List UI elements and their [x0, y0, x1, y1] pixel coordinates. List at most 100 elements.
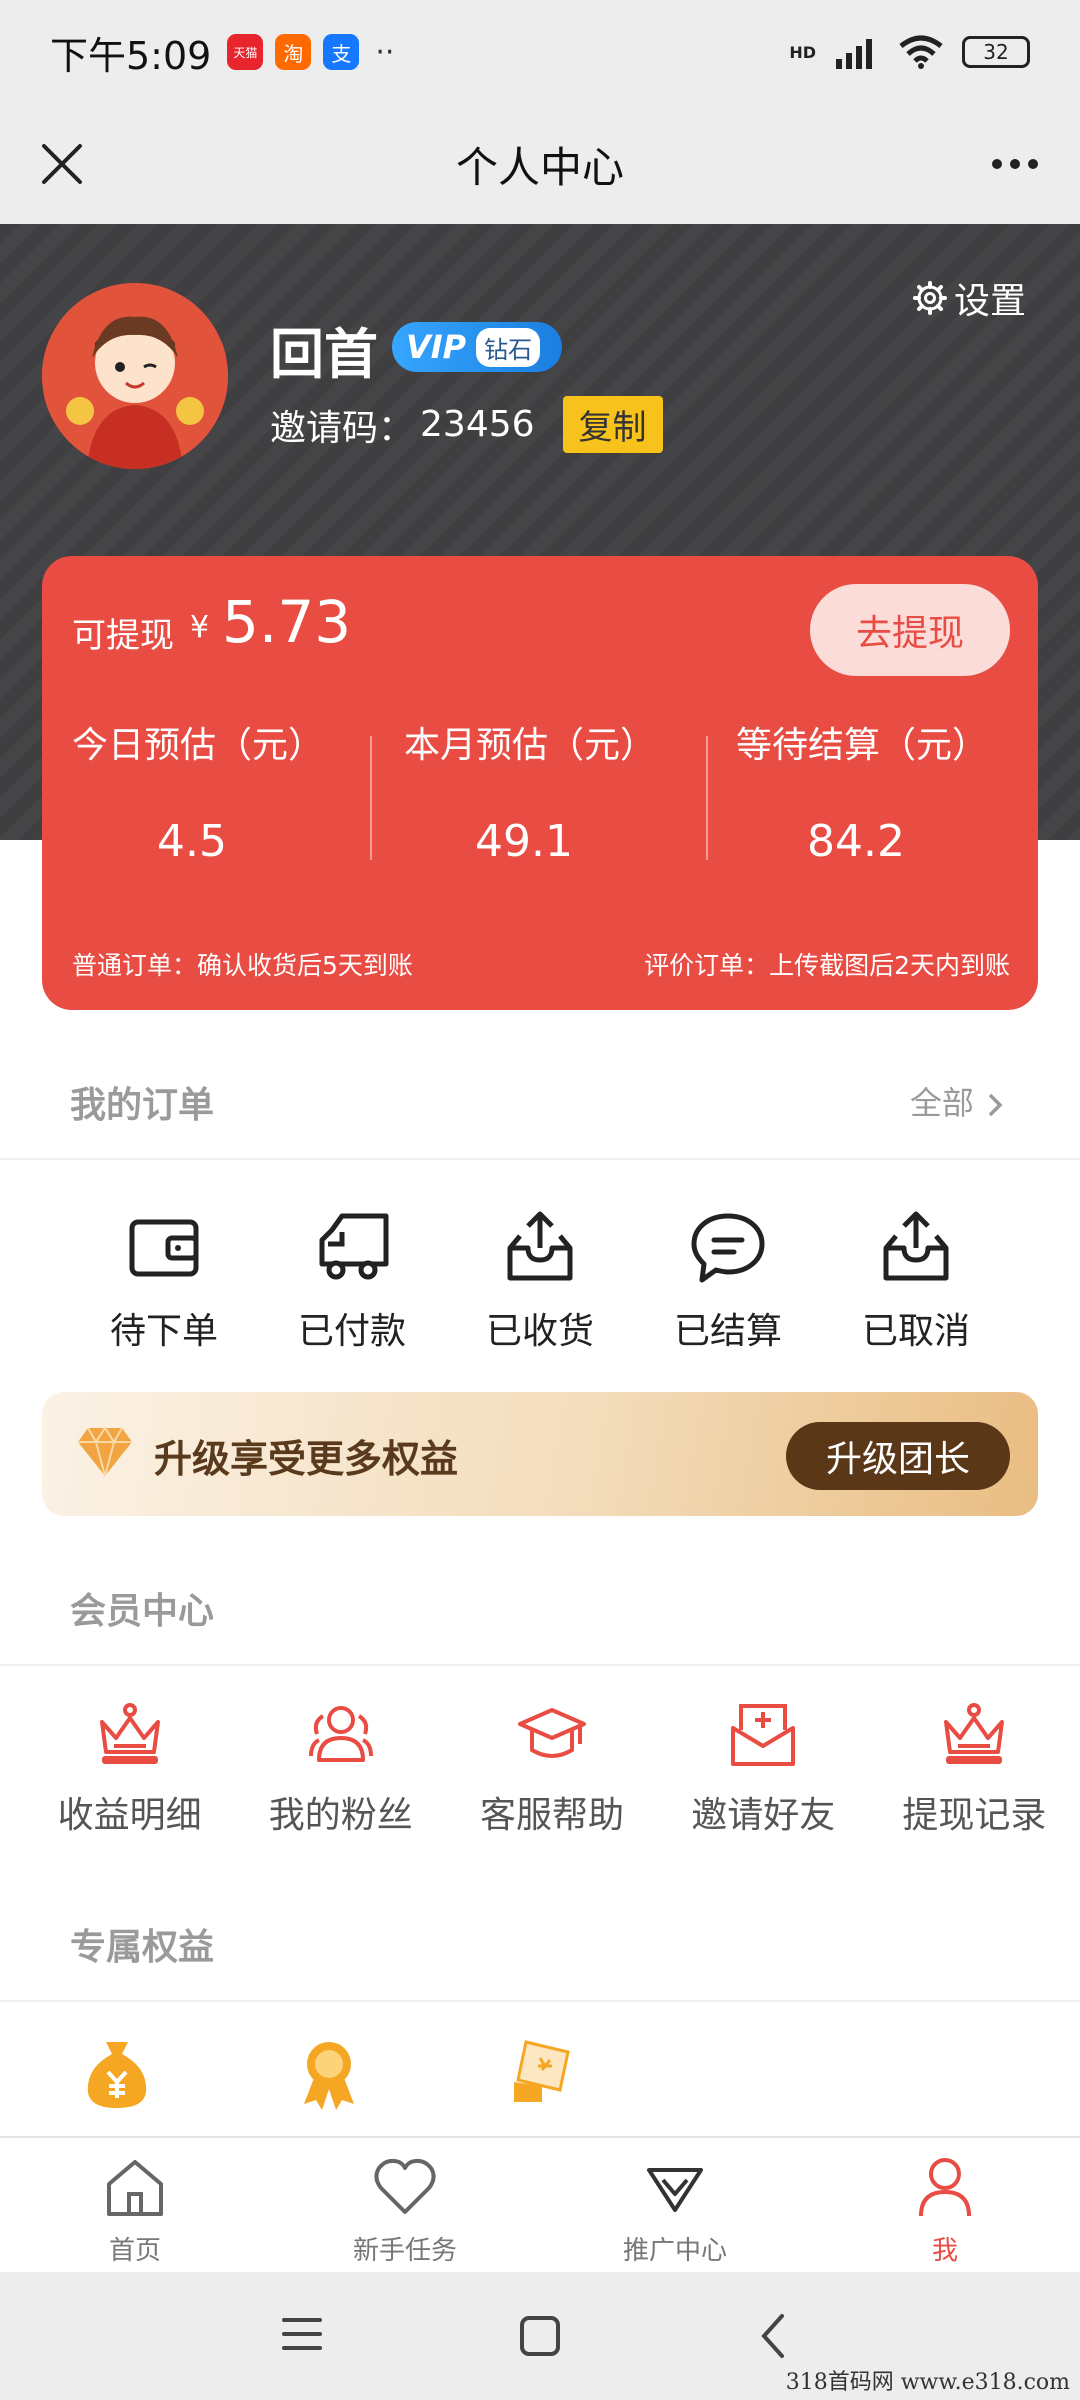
heart-icon: [374, 2158, 436, 2214]
watermark: 318首码网 www.e318.com: [785, 2370, 1070, 2395]
alipay-app-icon: 支: [323, 34, 360, 70]
graduation-cap-icon: [518, 1708, 586, 1758]
settings-button[interactable]: 设置: [912, 272, 1026, 324]
money-bag-icon: [87, 2042, 147, 2108]
home-icon: [107, 2160, 163, 2216]
status-app-icons: 天猫 淘 支: [227, 34, 360, 70]
benefits-row: [0, 2038, 1080, 2114]
order-received-button[interactable]: 已收货: [446, 1208, 634, 1354]
benefit-coupon[interactable]: [506, 2038, 718, 2114]
crown-icon: [944, 1703, 1005, 1764]
normal-order-note: 普通订单：确认收货后5天到账: [72, 951, 413, 980]
withdraw-amount: 5.73: [222, 588, 352, 656]
view-all-orders-link[interactable]: 全部: [910, 1078, 1006, 1124]
user-icon: [919, 2158, 971, 2217]
invite-row: 邀请码： 23456 复制: [270, 396, 663, 453]
tab-newbie-tasks-label: 新手任务: [352, 2236, 457, 2266]
hd-indicator: HD: [789, 42, 816, 62]
vip-badge: VIP 钻石: [392, 322, 562, 372]
vip-level: 钻石: [476, 327, 541, 367]
gear-icon: [912, 281, 947, 315]
battery-icon: 32: [962, 36, 1030, 68]
settings-label: 设置: [953, 281, 1026, 322]
orders-section-header: 我的订单 全部: [0, 1030, 1080, 1160]
user-name: 回首: [270, 323, 378, 386]
tab-promotion-center-label: 推广中心: [622, 2236, 727, 2266]
my-fans-label: 我的粉丝: [268, 1795, 413, 1836]
more-icon[interactable]: [980, 134, 1050, 194]
avatar-image: [42, 283, 228, 469]
users-icon: [308, 1706, 373, 1762]
withdraw-button[interactable]: 去提现: [810, 584, 1010, 676]
medal-icon: [304, 2042, 354, 2110]
earnings-card: 可提现 ¥ 5.73 去提现 今日预估（元） 4.5 本月预估（元） 49.1 …: [42, 556, 1038, 1010]
system-nav-bar: 318首码网 www.e318.com: [0, 2272, 1080, 2400]
withdraw-label: 可提现: [72, 616, 174, 656]
tab-promotion-center[interactable]: 推广中心: [540, 2138, 810, 2272]
inbox-icon: [507, 1211, 573, 1281]
order-settled-button[interactable]: 已结算: [634, 1208, 822, 1354]
tmall-app-icon: 天猫: [227, 34, 264, 70]
avatar[interactable]: [42, 283, 228, 469]
benefits-section-header: 专属权益: [0, 1872, 1080, 2002]
benefit-medal[interactable]: [294, 2038, 506, 2114]
more-notifications-icon: ··: [375, 34, 395, 70]
tab-me[interactable]: 我: [810, 2138, 1080, 2272]
stat-value: 84.2: [807, 816, 905, 867]
close-icon[interactable]: [32, 134, 92, 194]
member-section-header: 会员中心: [0, 1536, 1080, 1666]
copy-button[interactable]: 复制: [562, 396, 663, 453]
section-title: 专属权益: [70, 1927, 215, 1968]
order-status-row: 待下单 已付款 已收货 已结算 已取消: [0, 1208, 1080, 1354]
benefit-money-bag[interactable]: [82, 2038, 294, 2114]
vip-text: VIP: [406, 328, 467, 366]
order-settled-label: 已结算: [673, 1311, 782, 1352]
invite-code: 23456: [420, 404, 535, 445]
tab-newbie-tasks[interactable]: 新手任务: [270, 2138, 540, 2272]
taobao-app-icon: 淘: [275, 34, 312, 70]
order-pending-label: 待下单: [109, 1311, 218, 1352]
tab-home-label: 首页: [108, 2236, 161, 2266]
upgrade-text: 升级享受更多权益: [154, 1437, 459, 1481]
chevron-right-icon: [988, 1093, 1003, 1117]
upgrade-banner[interactable]: 升级享受更多权益 升级团长: [42, 1392, 1038, 1516]
order-cancelled-button[interactable]: 已取消: [822, 1208, 1010, 1354]
signal-icon: [836, 39, 872, 69]
tab-home[interactable]: 首页: [0, 2138, 270, 2272]
earnings-detail-button[interactable]: 收益明细: [24, 1700, 235, 1838]
mail-icon: [731, 1704, 796, 1766]
stat-divider: [706, 736, 708, 860]
invite-friends-button[interactable]: 邀请好友: [658, 1700, 869, 1838]
diamond-icon: [647, 2168, 703, 2212]
section-title: 我的订单: [70, 1085, 215, 1126]
stat-value: 4.5: [157, 816, 227, 867]
member-row: 收益明细 我的粉丝 客服帮助 邀请好友 提现记录: [0, 1700, 1080, 1838]
page-title: 个人中心: [455, 142, 624, 192]
order-pending-button[interactable]: 待下单: [70, 1208, 258, 1354]
order-received-label: 已收货: [485, 1311, 594, 1352]
stat-value: 49.1: [475, 816, 573, 867]
truck-icon: [319, 1213, 389, 1280]
review-order-note: 评价订单：上传截图后2天内到账: [644, 951, 1010, 980]
currency-symbol: ¥: [190, 610, 210, 645]
order-cancelled-label: 已取消: [861, 1311, 970, 1352]
stat-divider: [370, 736, 372, 860]
back-icon[interactable]: [758, 2312, 788, 2360]
coupon-icon: [514, 2040, 570, 2102]
my-fans-button[interactable]: 我的粉丝: [235, 1700, 446, 1838]
status-time: 下午5:09: [50, 33, 212, 78]
customer-service-button[interactable]: 客服帮助: [446, 1700, 657, 1838]
diamond-gem-icon: [78, 1426, 132, 1477]
nav-bar: 个人中心: [0, 104, 1080, 224]
customer-service-label: 客服帮助: [480, 1795, 625, 1836]
order-paid-label: 已付款: [297, 1311, 406, 1352]
menu-icon[interactable]: [280, 2314, 324, 2354]
invite-label: 邀请码：: [270, 407, 415, 449]
upgrade-leader-button[interactable]: 升级团长: [786, 1422, 1010, 1490]
wallet-icon: [129, 1219, 199, 1277]
stat-label: 今日预估（元）: [72, 725, 325, 766]
home-square-icon[interactable]: [518, 2314, 562, 2358]
withdraw-history-button[interactable]: 提现记录: [869, 1700, 1080, 1838]
stat-label: 本月预估（元）: [404, 725, 657, 766]
order-paid-button[interactable]: 已付款: [258, 1208, 446, 1354]
